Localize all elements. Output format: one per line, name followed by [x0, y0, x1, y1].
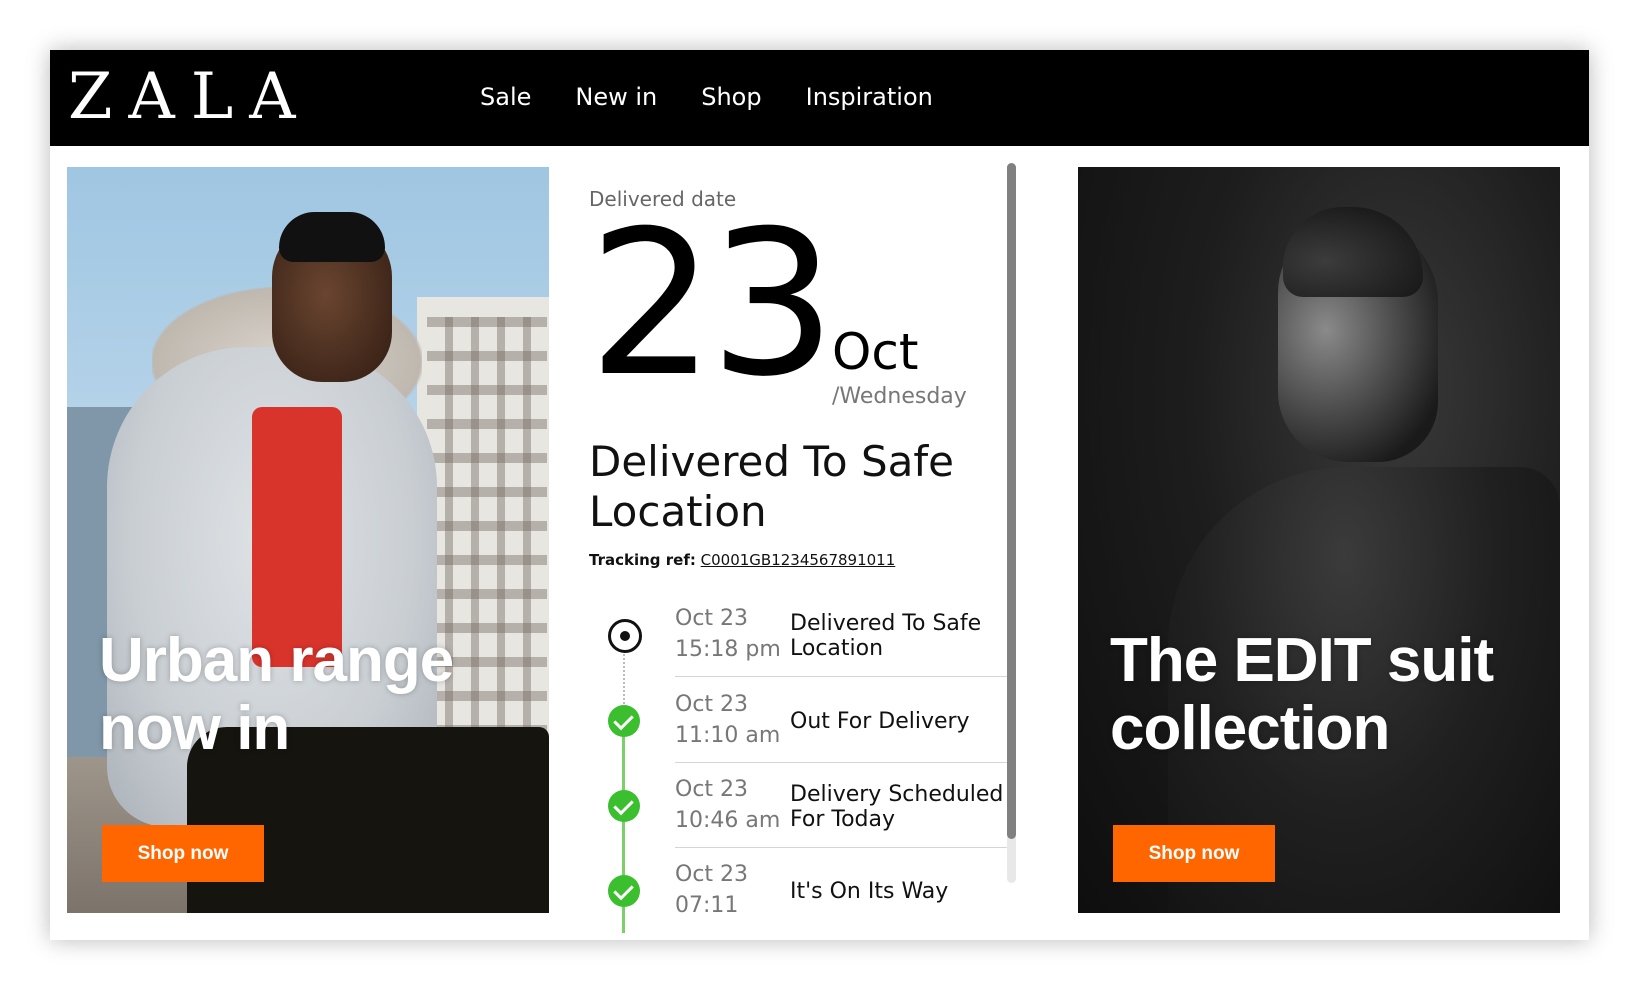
timeline-date: Oct 23 11:10 am [675, 689, 785, 751]
timeline-description: Delivery Scheduled For Today [790, 782, 1004, 832]
promo-title-line2: now in [99, 694, 290, 763]
zala-logo[interactable]: ZALA [68, 62, 311, 132]
timeline-date-day: Oct 23 [675, 777, 749, 802]
scrollbar-thumb[interactable] [1007, 163, 1016, 839]
timeline-item: Oct 23 10:46 am Delivery Scheduled For T… [570, 774, 1022, 860]
promo-title-line1: The EDIT suit [1110, 626, 1494, 695]
timeline-date-day: Oct 23 [675, 862, 749, 887]
timeline-divider [675, 762, 1015, 763]
delivery-month: Oct [832, 323, 919, 381]
timeline-item: Oct 23 07:11 It's On Its Way [570, 859, 1022, 933]
nav-item-inspiration[interactable]: Inspiration [806, 82, 933, 112]
delivery-details-panel: Delivered date 23 Oct /Wednesday Deliver… [570, 167, 1022, 933]
top-navigation-bar: ZALA Sale New in Shop Inspiration [50, 50, 1589, 146]
current-status-icon [608, 619, 642, 653]
nav-item-shop[interactable]: Shop [701, 82, 761, 112]
timeline-description: Out For Delivery [790, 709, 970, 734]
timeline-date-day: Oct 23 [675, 606, 749, 631]
timeline-date: Oct 23 10:46 am [675, 774, 785, 836]
timeline-date-time: 15:18 pm [675, 637, 781, 662]
promo-title-line1: Urban range [99, 626, 454, 695]
main-nav: Sale New in Shop Inspiration [480, 82, 977, 112]
timeline-date-day: Oct 23 [675, 692, 749, 717]
timeline-description: It's On Its Way [790, 879, 949, 904]
check-icon [608, 875, 640, 907]
shop-now-button[interactable]: Shop now [1113, 825, 1275, 882]
tracking-ref: Tracking ref: C0001GB1234567891011 [589, 551, 895, 569]
shop-now-button[interactable]: Shop now [102, 825, 264, 882]
timeline-date: Oct 23 07:11 [675, 859, 785, 921]
delivery-weekday: /Wednesday [832, 384, 967, 409]
timeline-description: Delivered To Safe Location [790, 611, 982, 661]
page-frame: ZALA Sale New in Shop Inspiration Urban … [50, 50, 1589, 940]
timeline-item: Oct 23 11:10 am Out For Delivery [570, 689, 1022, 775]
urban-range-promo[interactable]: Urban range now in Shop now [67, 167, 549, 913]
nav-item-sale[interactable]: Sale [480, 82, 531, 112]
promo-title: The EDIT suit collection [1110, 626, 1494, 763]
delivery-day: 23 [588, 188, 836, 421]
check-icon [608, 790, 640, 822]
tracking-ref-link[interactable]: C0001GB1234567891011 [701, 551, 896, 569]
model-hair-image [279, 212, 385, 262]
timeline-divider [675, 676, 1015, 677]
timeline-date: Oct 23 15:18 pm [675, 603, 785, 665]
edit-suit-promo[interactable]: The EDIT suit collection Shop now [1078, 167, 1560, 913]
timeline-date-time: 10:46 am [675, 808, 781, 833]
tracking-ref-label: Tracking ref: [589, 551, 696, 569]
delivery-status-heading: Delivered To Safe Location [589, 437, 954, 536]
promo-title-line2: collection [1110, 694, 1390, 763]
timeline-date-time: 11:10 am [675, 723, 781, 748]
nav-item-new-in[interactable]: New in [575, 82, 657, 112]
promo-title: Urban range now in [99, 626, 454, 763]
timeline-item: Oct 23 15:18 pm Delivered To Safe Locati… [570, 603, 1022, 689]
timeline-date-time: 07:11 [675, 893, 739, 918]
check-icon [608, 705, 640, 737]
timeline-divider [675, 847, 1015, 848]
